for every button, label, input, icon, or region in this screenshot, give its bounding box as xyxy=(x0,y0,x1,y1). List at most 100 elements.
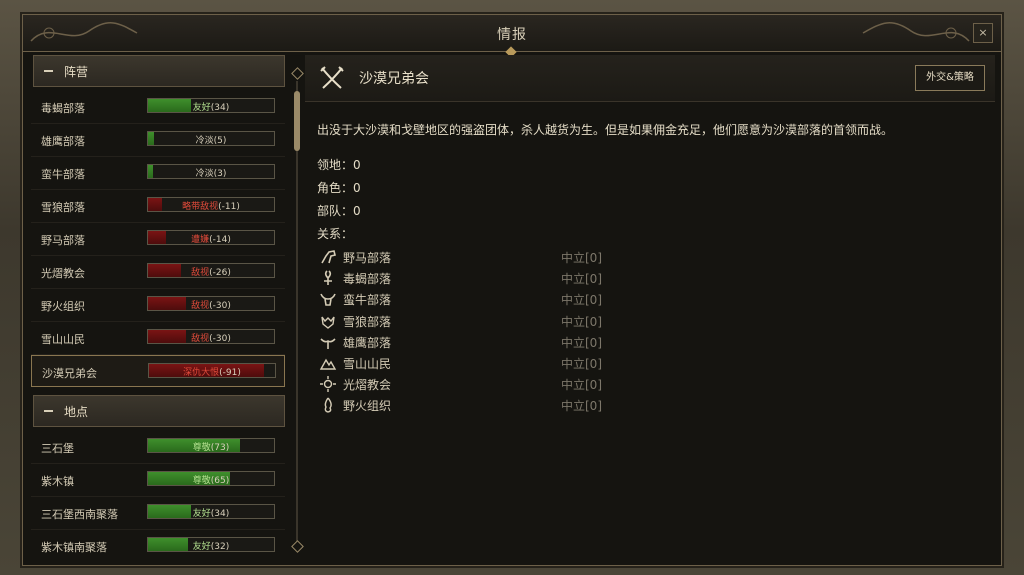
troop-count: 部队：0 xyxy=(317,204,361,218)
list-scrollbar[interactable] xyxy=(291,67,304,553)
reputation-value: (3) xyxy=(213,169,227,179)
character-count: 角色：0 xyxy=(317,181,361,195)
reputation-state: 深仇大恨 xyxy=(183,368,220,378)
reputation-text: 略带敌视(-11) xyxy=(148,199,274,212)
reputation-state: 友好 xyxy=(192,509,211,519)
collapse-icon xyxy=(44,70,53,72)
reputation-state: 冷淡 xyxy=(195,169,214,179)
reputation-value: (-30) xyxy=(209,334,231,344)
reputation-bar: 尊敬(65) xyxy=(147,471,275,486)
list-row[interactable]: 紫木镇 尊敬(65) xyxy=(31,464,285,497)
scroll-up-icon[interactable] xyxy=(291,67,304,80)
collapse-icon xyxy=(44,410,53,412)
relation-name: 蛮牛部落 xyxy=(343,293,392,308)
section-label: 阵营 xyxy=(64,65,89,79)
row-name: 紫木镇南聚落 xyxy=(41,541,107,554)
relation-row: 毒蝎部落 中立[0] xyxy=(319,268,619,288)
reputation-text: 冷淡(3) xyxy=(148,166,274,179)
list-row[interactable]: 雄鹰部落 冷淡(5) xyxy=(31,124,285,157)
relation-row: 雪山山民 中立[0] xyxy=(319,353,619,373)
scroll-down-icon[interactable] xyxy=(291,540,304,553)
section-label: 地点 xyxy=(64,405,89,419)
diplomacy-strategy-button[interactable]: 外交&策略 xyxy=(915,65,985,91)
row-name: 光熠教会 xyxy=(41,267,85,280)
horse-icon xyxy=(321,250,336,264)
detail-panel: 沙漠兄弟会 外交&策略 出没于大沙漠和戈壁地区的强盗团体，杀人越货为生。但是如果… xyxy=(305,55,995,561)
wolf-icon xyxy=(321,316,335,329)
relation-status: 中立[0] xyxy=(561,314,602,329)
territory-count: 领地：0 xyxy=(317,158,361,172)
list-row[interactable]: 沙漠兄弟会 深仇大恨(-91) xyxy=(31,355,285,387)
reputation-value: (-91) xyxy=(219,368,241,378)
reputation-bar: 深仇大恨(-91) xyxy=(148,363,276,378)
detail-header: 沙漠兄弟会 外交&策略 xyxy=(305,55,995,102)
relations-label: 关系： xyxy=(317,227,354,241)
reputation-text: 遭嫌(-14) xyxy=(148,232,274,244)
flame-icon xyxy=(324,397,332,414)
list-row[interactable]: 毒蝎部落 友好(34) xyxy=(31,91,285,124)
crossed-scimitars-icon xyxy=(320,66,344,89)
place-list: 三石堡 尊敬(73) 紫木镇 尊敬(65) 三石堡西南聚落 友好(34) 紫木镇南聚落 友好(… xyxy=(31,431,289,561)
list-row[interactable]: 野火组织 敌视(-30) xyxy=(31,289,285,322)
reputation-text: 冷淡(5) xyxy=(148,133,274,146)
row-name: 野火组织 xyxy=(41,300,85,313)
reputation-state: 敌视 xyxy=(191,301,210,311)
list-row[interactable]: 雪山山民 敌视(-30) xyxy=(31,322,285,355)
reputation-state: 友好 xyxy=(192,103,211,113)
scroll-thumb[interactable] xyxy=(294,91,300,151)
list-row[interactable]: 雪狼部落 略带敌视(-11) xyxy=(31,190,285,223)
places-section-header[interactable]: 地点 xyxy=(33,395,285,427)
reputation-text: 友好(34) xyxy=(148,506,274,519)
relation-name: 雪狼部落 xyxy=(343,314,392,329)
row-name: 三石堡 xyxy=(41,442,74,455)
reputation-text: 友好(32) xyxy=(148,539,274,552)
list-row[interactable]: 蛮牛部落 冷淡(3) xyxy=(31,157,285,190)
list-row[interactable]: 紫木镇南聚落 友好(32) xyxy=(31,530,285,561)
reputation-text: 敌视(-26) xyxy=(148,265,274,277)
relation-row: 野马部落 中立[0] xyxy=(319,247,619,267)
row-name: 紫木镇 xyxy=(41,475,74,488)
reputation-bar: 友好(32) xyxy=(147,537,275,552)
relation-row: 雄鹰部落 中立[0] xyxy=(319,332,619,352)
reputation-bar: 敌视(-30) xyxy=(147,329,275,344)
reputation-state: 略带敌视 xyxy=(182,202,219,212)
relation-name: 雪山山民 xyxy=(343,357,392,371)
reputation-text: 敌视(-30) xyxy=(148,331,274,344)
relation-row: 野火组织 中立[0] xyxy=(319,395,619,415)
reputation-bar: 友好(34) xyxy=(147,98,275,113)
reputation-value: (-11) xyxy=(218,202,240,212)
window-title: 情报 xyxy=(497,27,527,43)
reputation-state: 敌视 xyxy=(191,334,210,344)
close-button[interactable]: × xyxy=(973,23,993,43)
faction-description: 出没于大沙漠和戈壁地区的强盗团体，杀人越货为生。但是如果佣金充足，他们愿意为沙漠… xyxy=(317,123,894,137)
list-row[interactable]: 三石堡西南聚落 友好(34) xyxy=(31,497,285,530)
reputation-bar: 友好(34) xyxy=(147,504,275,519)
reputation-state: 友好 xyxy=(192,542,211,552)
row-name: 野马部落 xyxy=(41,234,85,247)
relation-status: 中立[0] xyxy=(561,399,602,414)
relation-status: 中立[0] xyxy=(561,378,602,393)
relation-name: 野火组织 xyxy=(343,399,392,414)
row-name: 毒蝎部落 xyxy=(41,102,85,115)
list-row[interactable]: 三石堡 尊敬(73) xyxy=(31,431,285,464)
relation-row: 雪狼部落 中立[0] xyxy=(319,311,619,331)
reputation-bar: 略带敌视(-11) xyxy=(147,197,275,212)
relation-status: 中立[0] xyxy=(561,335,602,350)
list-row[interactable]: 光熠教会 敌视(-26) xyxy=(31,256,285,289)
row-name: 三石堡西南聚落 xyxy=(41,508,118,521)
relation-name: 光熠教会 xyxy=(343,378,392,393)
reputation-value: (65) xyxy=(210,476,230,486)
factions-section-header[interactable]: 阵营 xyxy=(33,55,285,87)
reputation-value: (34) xyxy=(210,509,230,519)
reputation-value: (5) xyxy=(213,136,227,146)
eagle-icon xyxy=(320,338,336,349)
window-titlebar: 情报 × xyxy=(23,15,1001,58)
reputation-value: (73) xyxy=(210,443,230,453)
list-row[interactable]: 野马部落 遭嫌(-14) xyxy=(31,223,285,256)
relation-name: 毒蝎部落 xyxy=(343,272,392,287)
relation-status: 中立[0] xyxy=(561,272,602,287)
relation-status: 中立[0] xyxy=(561,251,602,265)
reputation-bar: 遭嫌(-14) xyxy=(147,230,275,245)
intel-window: 情报 × 阵营 毒蝎部落 友好(34) 雄鹰部落 冷淡(5) 蛮牛部落 冷淡(3) 雪狼部落… xyxy=(22,14,1002,566)
reputation-state: 尊敬 xyxy=(192,476,211,486)
